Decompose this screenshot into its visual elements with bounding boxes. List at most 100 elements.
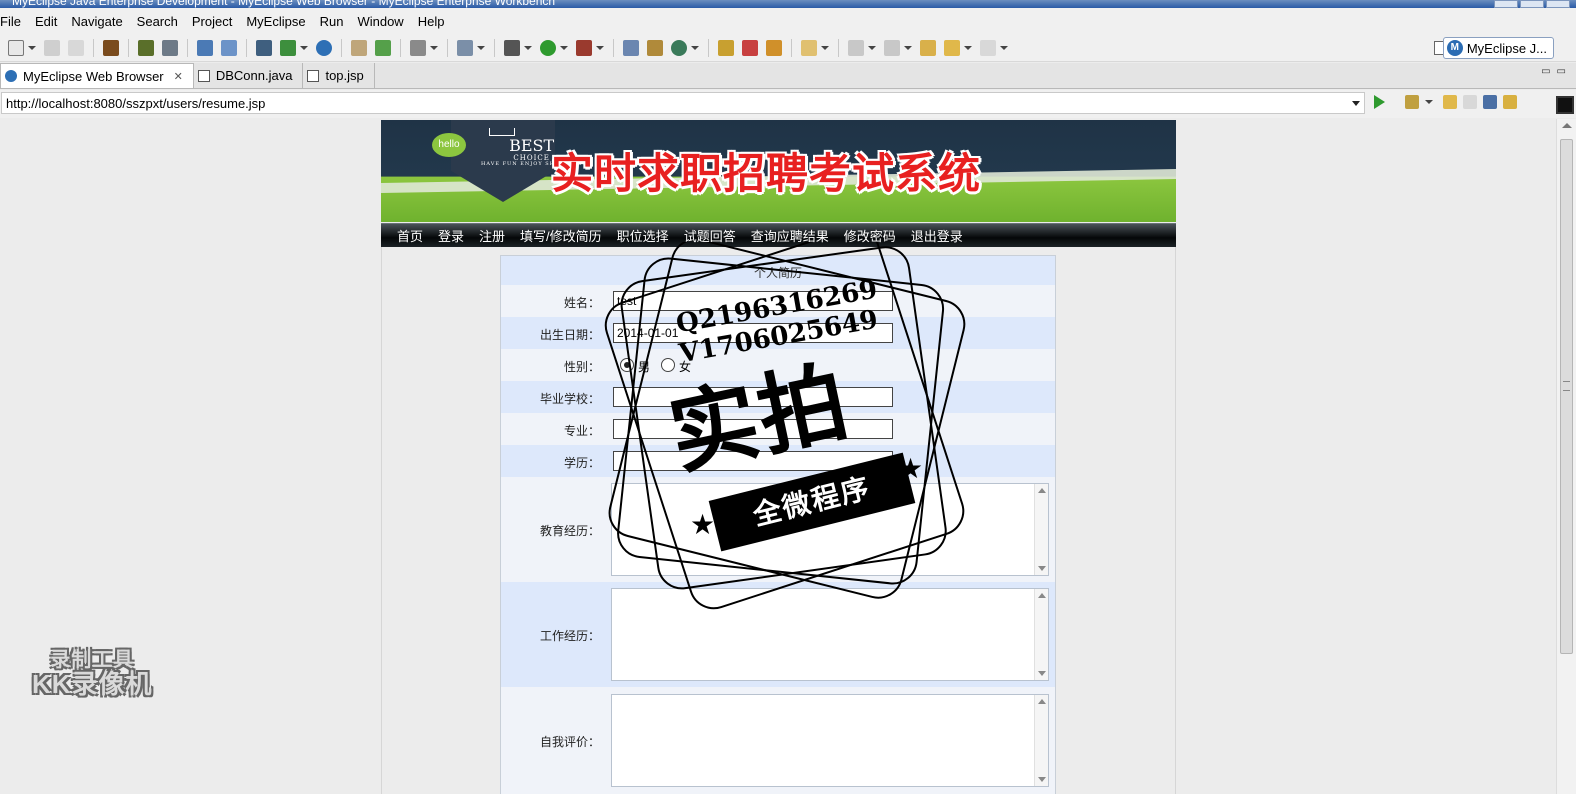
scroll-thumb[interactable] [1560, 139, 1573, 654]
back-arrow-icon[interactable] [944, 39, 960, 56]
menu-window[interactable]: Window [350, 14, 410, 29]
back-icon[interactable] [1443, 95, 1457, 109]
toolbar-separator [93, 38, 94, 57]
textarea-scrollbar[interactable] [1034, 589, 1048, 680]
recorder-watermark: 录制工具 KK录像机 [32, 650, 153, 698]
forward-icon[interactable] [1463, 95, 1477, 109]
close-window-button[interactable] [1546, 0, 1570, 8]
vertical-scrollbar[interactable] [1556, 119, 1576, 794]
open-type-icon[interactable] [718, 39, 734, 56]
wizard-icon[interactable] [457, 39, 473, 56]
wizard-dropdown-icon[interactable] [477, 45, 485, 50]
nav-register[interactable]: 注册 [479, 226, 505, 245]
server-icon[interactable] [162, 39, 178, 56]
url-history-dropdown-icon[interactable] [1352, 101, 1360, 106]
nav-edit-resume[interactable]: 填写/修改简历 [520, 226, 602, 245]
scroll-up-icon[interactable] [1562, 123, 1572, 128]
external-tools-icon[interactable] [576, 39, 592, 56]
run-icon[interactable] [540, 39, 556, 56]
next-annotation-icon[interactable] [848, 39, 864, 56]
screen-dropdown-icon[interactable] [430, 45, 438, 50]
view-controls[interactable]: ▭▭ [1541, 66, 1572, 77]
run-dropdown-icon[interactable] [560, 45, 568, 50]
scroll-down-icon[interactable] [1038, 777, 1046, 782]
forward-dropdown-icon[interactable] [1000, 45, 1008, 50]
scroll-down-icon[interactable] [1038, 671, 1046, 676]
close-icon[interactable]: ✕ [174, 70, 183, 83]
window-title: MyEclipse Java Enterprise Development - … [12, 0, 556, 8]
menu-help[interactable]: Help [411, 14, 452, 29]
nav-home[interactable]: 首页 [397, 226, 423, 245]
nav-login[interactable]: 登录 [438, 226, 464, 245]
new-icon[interactable] [8, 39, 24, 56]
add-file-icon[interactable] [375, 39, 391, 56]
folder-icon[interactable] [801, 39, 817, 56]
scroll-up-icon[interactable] [1038, 593, 1046, 598]
toolbar-separator [128, 38, 129, 57]
menu-file[interactable]: File [0, 14, 28, 29]
perspective-button[interactable]: M MyEclipse J... [1442, 37, 1554, 59]
search-icon[interactable] [766, 39, 782, 56]
textarea-scrollbar[interactable] [1034, 695, 1048, 786]
url-input[interactable]: http://localhost:8080/sszpxt/users/resum… [1, 92, 1365, 114]
run-server-dropdown-icon[interactable] [300, 45, 308, 50]
deploy-icon[interactable] [256, 39, 272, 56]
menu-myeclipse[interactable]: MyEclipse [239, 14, 312, 29]
save-all-icon[interactable] [68, 39, 84, 56]
new-wizard-dropdown-icon[interactable] [691, 45, 699, 50]
new-package-icon[interactable] [647, 39, 663, 56]
favorites-dropdown-icon[interactable] [1425, 100, 1433, 104]
menu-edit[interactable]: Edit [28, 14, 64, 29]
screen-icon[interactable] [410, 39, 426, 56]
back-dropdown-icon[interactable] [964, 45, 972, 50]
globe-icon[interactable] [316, 39, 332, 56]
tab-web-browser[interactable]: MyEclipse Web Browser ✕ [0, 63, 194, 88]
refresh-icon[interactable] [1503, 95, 1517, 109]
minimize-button[interactable] [1494, 0, 1518, 8]
favorites-icon[interactable] [1405, 95, 1419, 109]
scroll-up-icon[interactable] [1038, 488, 1046, 493]
new-dropdown-icon[interactable] [28, 45, 36, 50]
go-icon[interactable] [1374, 95, 1385, 109]
window-title-bar: MyEclipse Java Enterprise Development - … [0, 0, 1576, 8]
forward-arrow-icon[interactable] [980, 39, 996, 56]
hello-badge: hello [432, 133, 466, 157]
gear-bug-icon[interactable] [138, 39, 154, 56]
toolbar-separator [400, 38, 401, 57]
scroll-down-icon[interactable] [1038, 566, 1046, 571]
next-annotation-dropdown-icon[interactable] [868, 45, 876, 50]
package-icon[interactable] [103, 39, 119, 56]
maximize-button[interactable] [1520, 0, 1544, 8]
last-edit-icon[interactable] [920, 39, 936, 56]
menu-run[interactable]: Run [313, 14, 351, 29]
tab-dbconn-java[interactable]: DBConn.java [194, 63, 304, 88]
stop-icon[interactable] [1483, 95, 1497, 109]
open-task-icon[interactable] [742, 39, 758, 56]
external-tools-dropdown-icon[interactable] [596, 45, 604, 50]
new-wizard-icon[interactable] [671, 39, 687, 56]
java-file-icon [197, 69, 210, 82]
folder-dropdown-icon[interactable] [821, 45, 829, 50]
site-banner: hello BEST CHOICE HAVE FUN ENJOY SHOPPIN… [381, 120, 1176, 222]
debug-dropdown-icon[interactable] [524, 45, 532, 50]
self-textarea[interactable] [611, 694, 1049, 787]
textarea-scrollbar[interactable] [1034, 484, 1048, 575]
menu-navigate[interactable]: Navigate [64, 14, 129, 29]
scroll-up-icon[interactable] [1038, 699, 1046, 704]
debug-icon[interactable] [504, 39, 520, 56]
open-file-icon[interactable] [351, 39, 367, 56]
menu-project[interactable]: Project [185, 14, 239, 29]
star-icon: ★ [898, 453, 924, 484]
search-wand-icon[interactable] [221, 39, 237, 56]
save-icon[interactable] [44, 39, 60, 56]
previous-annotation-icon[interactable] [884, 39, 900, 56]
previous-annotation-dropdown-icon[interactable] [904, 45, 912, 50]
edit-wand-icon[interactable] [197, 39, 213, 56]
tab-label: top.jsp [325, 68, 364, 83]
new-class-icon[interactable] [623, 39, 639, 56]
toolbar-separator [708, 38, 709, 57]
run-server-icon[interactable] [280, 39, 296, 56]
menu-search[interactable]: Search [130, 14, 185, 29]
tab-top-jsp[interactable]: top.jsp [303, 63, 375, 88]
birth-label: 出生日期： [539, 328, 600, 342]
